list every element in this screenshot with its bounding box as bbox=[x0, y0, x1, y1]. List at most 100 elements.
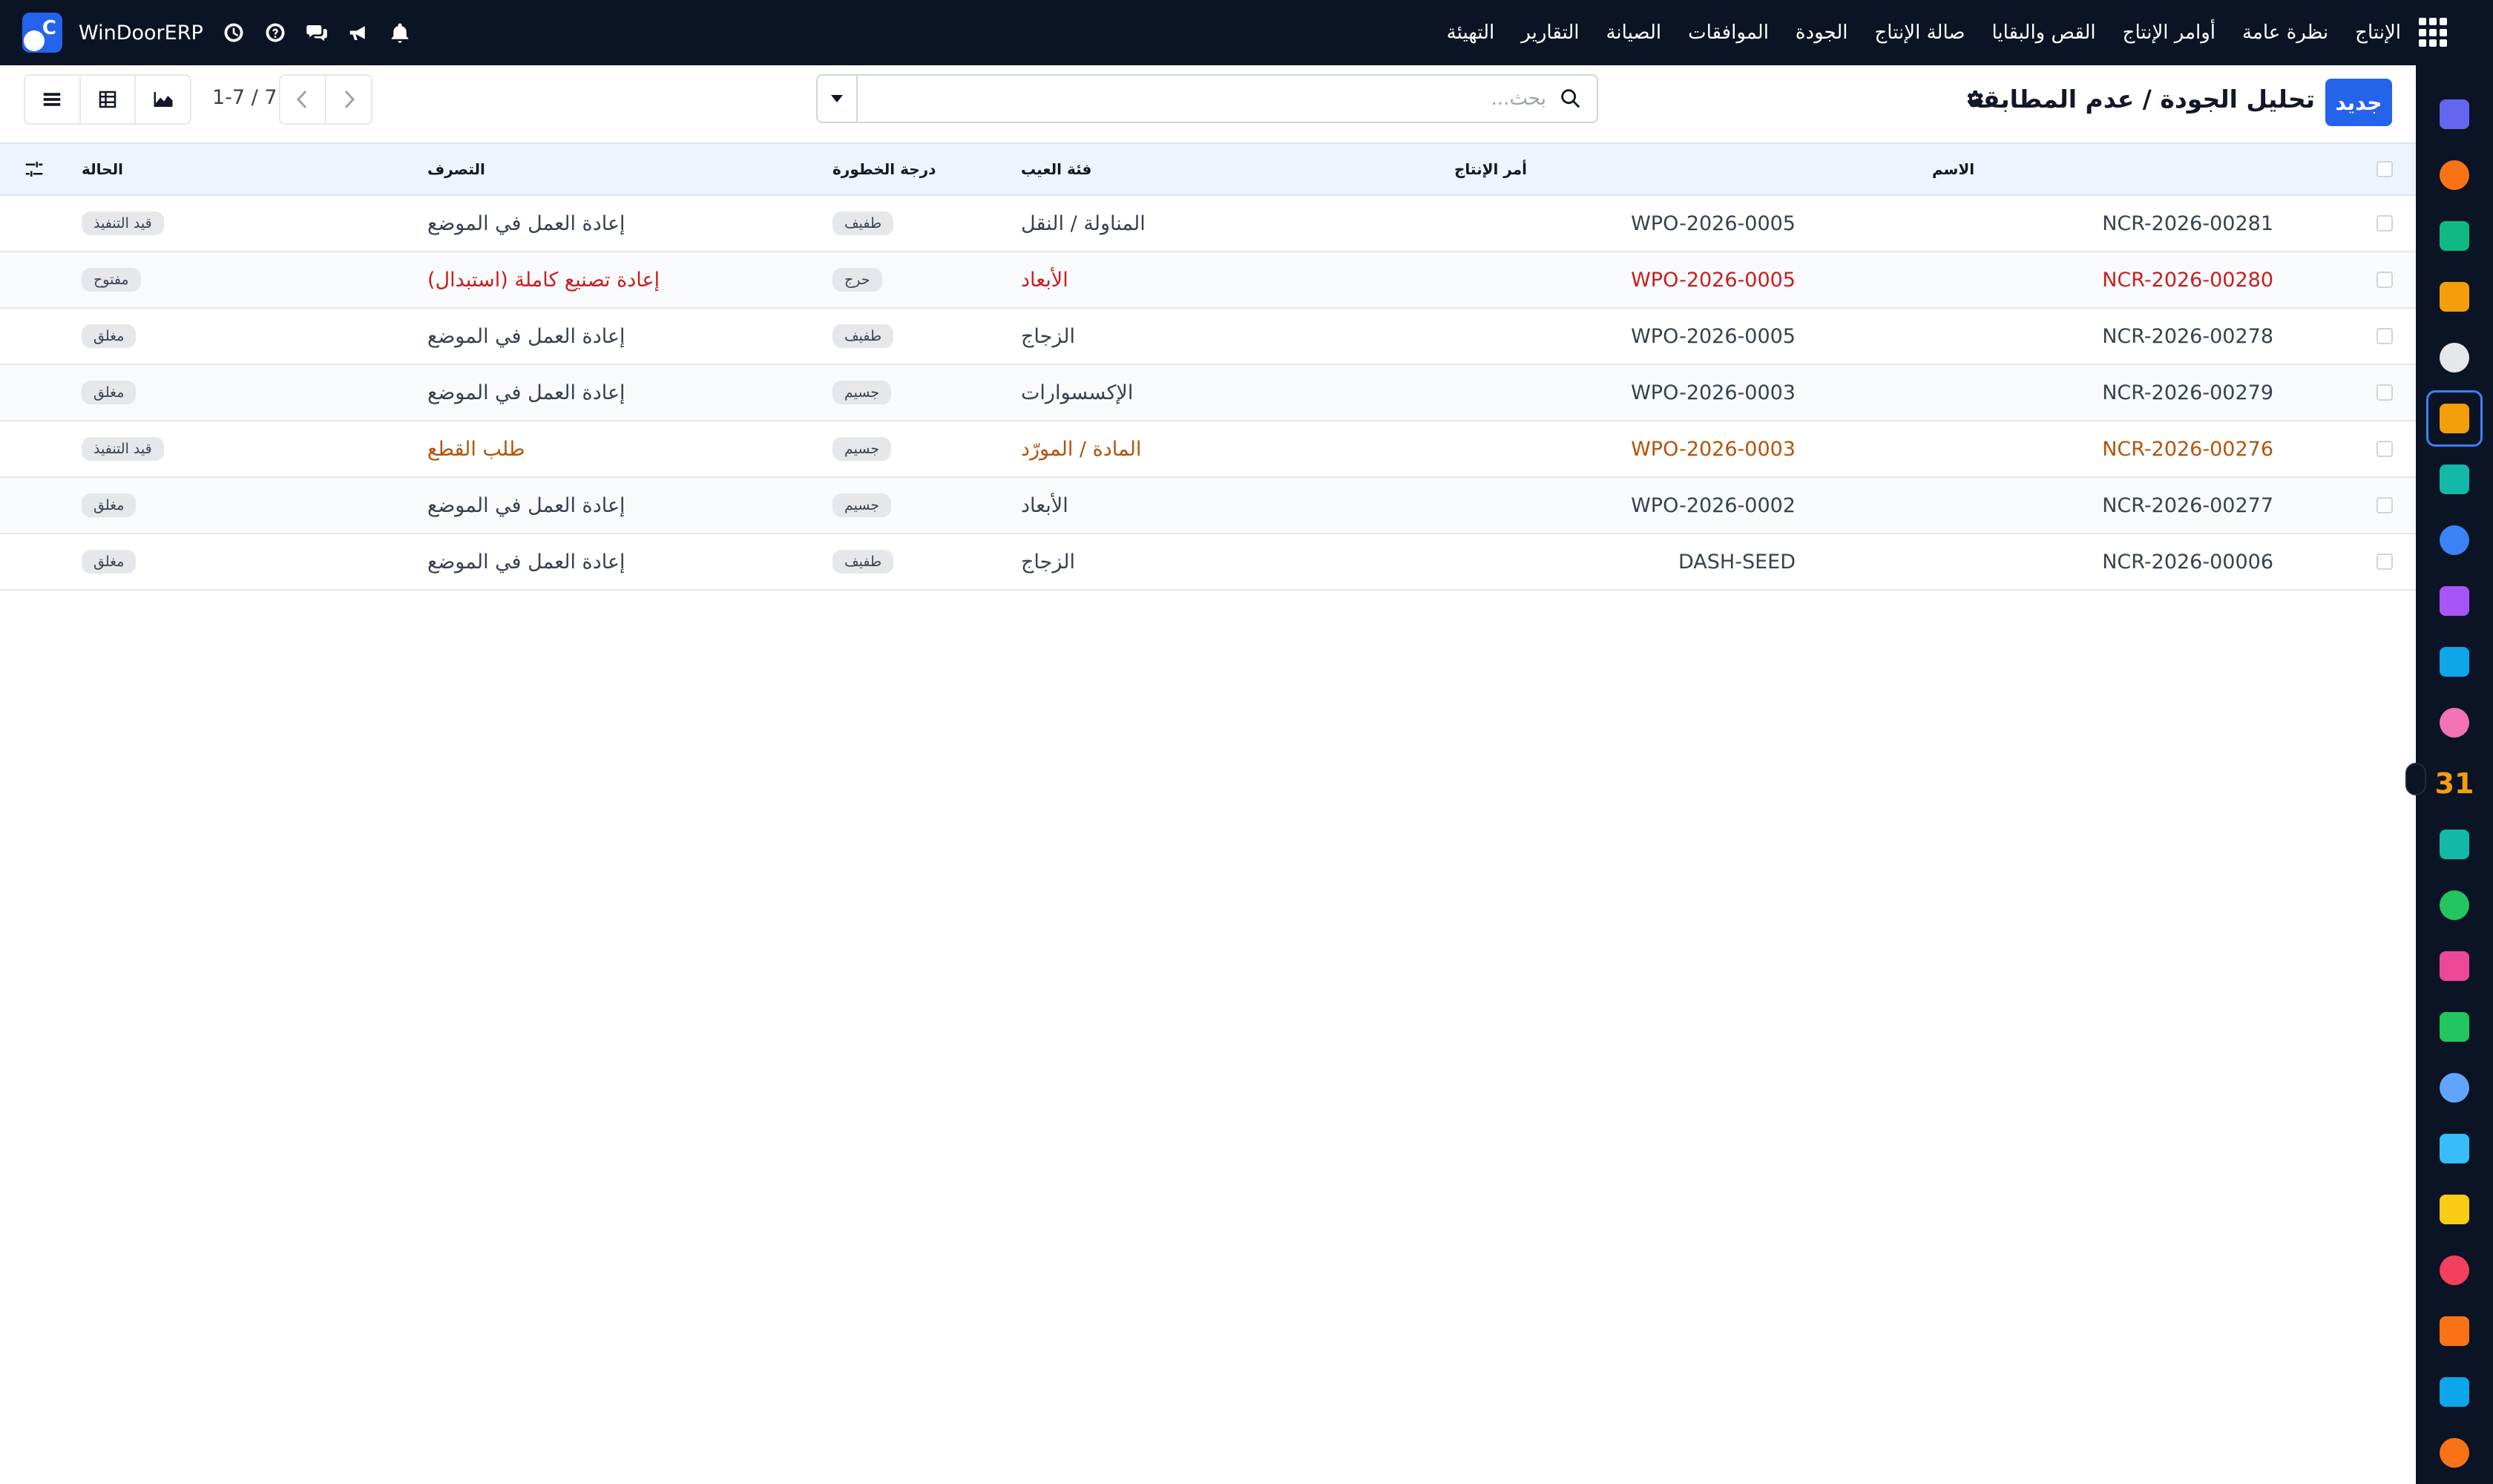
box-app-icon[interactable] bbox=[2435, 582, 2474, 620]
pivot-view-button[interactable] bbox=[79, 76, 135, 123]
menu-production-orders[interactable]: أوامر الإنتاج bbox=[2123, 22, 2216, 44]
pie-app-icon[interactable] bbox=[2435, 1373, 2474, 1411]
pen-app-icon[interactable] bbox=[2435, 825, 2474, 864]
help-icon[interactable] bbox=[263, 20, 288, 45]
optional-columns-toggle[interactable] bbox=[19, 144, 49, 194]
column-header-severity[interactable]: درجة الخطورة bbox=[832, 144, 1025, 194]
cell-severity: جسيم bbox=[832, 421, 1025, 476]
table-row[interactable]: NCR-2026-00280 WPO-2026-0005 الأبعاد حرج… bbox=[0, 252, 2416, 309]
menu-reports[interactable]: التقارير bbox=[1521, 22, 1579, 44]
search-options-toggle[interactable] bbox=[818, 76, 858, 122]
select-all-checkbox[interactable] bbox=[2370, 144, 2400, 194]
cell-name: NCR-2026-00276 bbox=[2102, 437, 2273, 461]
cell-defect-category: الزجاج bbox=[1021, 550, 1075, 574]
cell-status: قيد التنفيذ bbox=[82, 196, 304, 251]
row-checkbox[interactable] bbox=[2370, 196, 2400, 251]
table-row[interactable]: NCR-2026-00277 WPO-2026-0002 الأبعاد جسي… bbox=[0, 478, 2416, 534]
donut-app-icon[interactable] bbox=[2435, 1434, 2474, 1472]
row-checkbox[interactable] bbox=[2370, 309, 2400, 364]
cell-defect-category: المادة / المورّد bbox=[1021, 437, 1142, 461]
cell-severity: طفيف bbox=[832, 309, 1025, 364]
column-header-defect-category[interactable]: فئة العيب bbox=[1021, 144, 1333, 194]
cell-status: مفتوح bbox=[82, 252, 304, 307]
cell-name: NCR-2026-00006 bbox=[2102, 550, 2273, 574]
list-view-icon bbox=[44, 93, 61, 106]
menu-maintenance[interactable]: الصيانة bbox=[1606, 22, 1661, 44]
table-row[interactable]: NCR-2026-00279 WPO-2026-0003 الإكسسوارات… bbox=[0, 365, 2416, 421]
cell-production-order: WPO-2026-0005 bbox=[1631, 211, 1796, 235]
people-app-icon[interactable] bbox=[2435, 703, 2474, 742]
menu-production-floor[interactable]: صالة الإنتاج bbox=[1874, 22, 1965, 44]
compass-app-icon[interactable] bbox=[2435, 1068, 2474, 1107]
discuss-chat-icon[interactable] bbox=[304, 20, 329, 45]
row-checkbox[interactable] bbox=[2370, 534, 2400, 589]
quality-app-icon[interactable] bbox=[2426, 390, 2483, 447]
company-logo[interactable]: C bbox=[22, 13, 62, 53]
cell-disposition: إعادة العمل في الموضع bbox=[427, 550, 625, 574]
top-navbar: الإنتاج نظرة عامة أوامر الإنتاج القص وال… bbox=[0, 0, 2493, 65]
megaphone-icon[interactable] bbox=[346, 20, 371, 45]
row-checkbox[interactable] bbox=[2370, 421, 2400, 476]
menu-overview[interactable]: نظرة عامة bbox=[2242, 22, 2328, 44]
wave-app-icon[interactable] bbox=[2435, 1129, 2474, 1168]
search-input[interactable] bbox=[878, 80, 1546, 117]
book-app-icon[interactable] bbox=[2435, 521, 2474, 559]
dollar-app-icon[interactable] bbox=[2435, 643, 2474, 681]
cell-name: NCR-2026-00281 bbox=[2102, 211, 2273, 235]
sidebar-collapse-handle[interactable] bbox=[2405, 763, 2426, 795]
contact-card-app-icon[interactable] bbox=[2435, 886, 2474, 925]
cell-production-order: WPO-2026-0003 bbox=[1631, 437, 1796, 461]
list-view-button[interactable] bbox=[25, 76, 79, 123]
menu-cutting-remnants[interactable]: القص والبقايا bbox=[1991, 22, 2095, 44]
cube-app-icon[interactable] bbox=[2435, 338, 2474, 377]
chat-bubble-app-icon[interactable] bbox=[2435, 156, 2474, 194]
page-title[interactable]: تحليل الجودة / عدم المطابقة bbox=[1968, 85, 2315, 114]
apps-grid-icon[interactable] bbox=[2419, 18, 2448, 47]
table-row[interactable]: NCR-2026-00006 DASH-SEED الزجاج طفيف إعا… bbox=[0, 534, 2416, 591]
menu-quality[interactable]: الجودة bbox=[1796, 22, 1848, 44]
dashboard-tiles-app-icon[interactable] bbox=[2435, 947, 2474, 985]
table-row[interactable]: NCR-2026-00276 WPO-2026-0003 المادة / ال… bbox=[0, 421, 2416, 478]
cell-disposition: إعادة العمل في الموضع bbox=[427, 381, 625, 404]
bar-chart-app-icon[interactable] bbox=[2435, 278, 2474, 316]
pager-value[interactable]: 1-7 / 7 bbox=[212, 86, 277, 109]
column-header-status[interactable]: الحالة bbox=[82, 144, 304, 194]
search-icon[interactable] bbox=[1558, 86, 1583, 111]
cell-severity: طفيف bbox=[832, 534, 1025, 589]
chevron-left-icon bbox=[296, 90, 307, 109]
cell-name: NCR-2026-00280 bbox=[2102, 268, 2273, 292]
graph-view-button[interactable] bbox=[134, 76, 190, 123]
row-checkbox[interactable] bbox=[2370, 478, 2400, 533]
cell-defect-category: الزجاج bbox=[1021, 324, 1075, 348]
menu-configuration[interactable]: التهيئة bbox=[1447, 22, 1495, 44]
bell-icon[interactable] bbox=[387, 20, 413, 45]
pivot-table-icon bbox=[99, 91, 116, 108]
new-button[interactable]: جديد bbox=[2325, 79, 2392, 126]
paper-plane-app-icon[interactable] bbox=[2435, 1190, 2474, 1229]
sliders-icon bbox=[25, 162, 43, 177]
diamond-app-icon[interactable] bbox=[2435, 217, 2474, 255]
company-name[interactable]: WinDoorERP bbox=[79, 22, 203, 45]
table-row[interactable]: NCR-2026-00278 WPO-2026-0005 الزجاج طفيف… bbox=[0, 309, 2416, 365]
checkmark-app-icon[interactable] bbox=[2435, 460, 2474, 499]
clock-icon[interactable] bbox=[221, 20, 246, 45]
gear-icon[interactable] bbox=[1963, 88, 1985, 110]
hexagon-app-icon[interactable] bbox=[2435, 1312, 2474, 1350]
stacked-bars-app-icon[interactable] bbox=[2435, 1251, 2474, 1290]
column-header-name[interactable]: الاسم bbox=[1932, 144, 2273, 194]
status-badge: قيد التنفيذ bbox=[82, 437, 164, 461]
cell-status: مغلق bbox=[82, 478, 304, 533]
mail-app-icon[interactable] bbox=[2435, 95, 2474, 134]
table-row[interactable]: NCR-2026-00281 WPO-2026-0005 المناولة / … bbox=[0, 196, 2416, 252]
whatsapp-app-icon[interactable] bbox=[2435, 1008, 2474, 1046]
column-header-disposition[interactable]: التصرف bbox=[427, 144, 843, 194]
column-header-production-order[interactable]: أمر الإنتاج bbox=[1454, 144, 1796, 194]
menu-approvals[interactable]: الموافقات bbox=[1688, 22, 1769, 44]
menu-app-production[interactable]: الإنتاج bbox=[2355, 22, 2401, 44]
row-checkbox[interactable] bbox=[2370, 252, 2400, 307]
row-checkbox[interactable] bbox=[2370, 365, 2400, 420]
pager-next-button[interactable] bbox=[325, 76, 371, 123]
cell-disposition: إعادة العمل في الموضع bbox=[427, 324, 625, 348]
calendar-31-app-icon[interactable]: 31 bbox=[2435, 764, 2474, 803]
pager-previous-button[interactable] bbox=[280, 76, 325, 123]
